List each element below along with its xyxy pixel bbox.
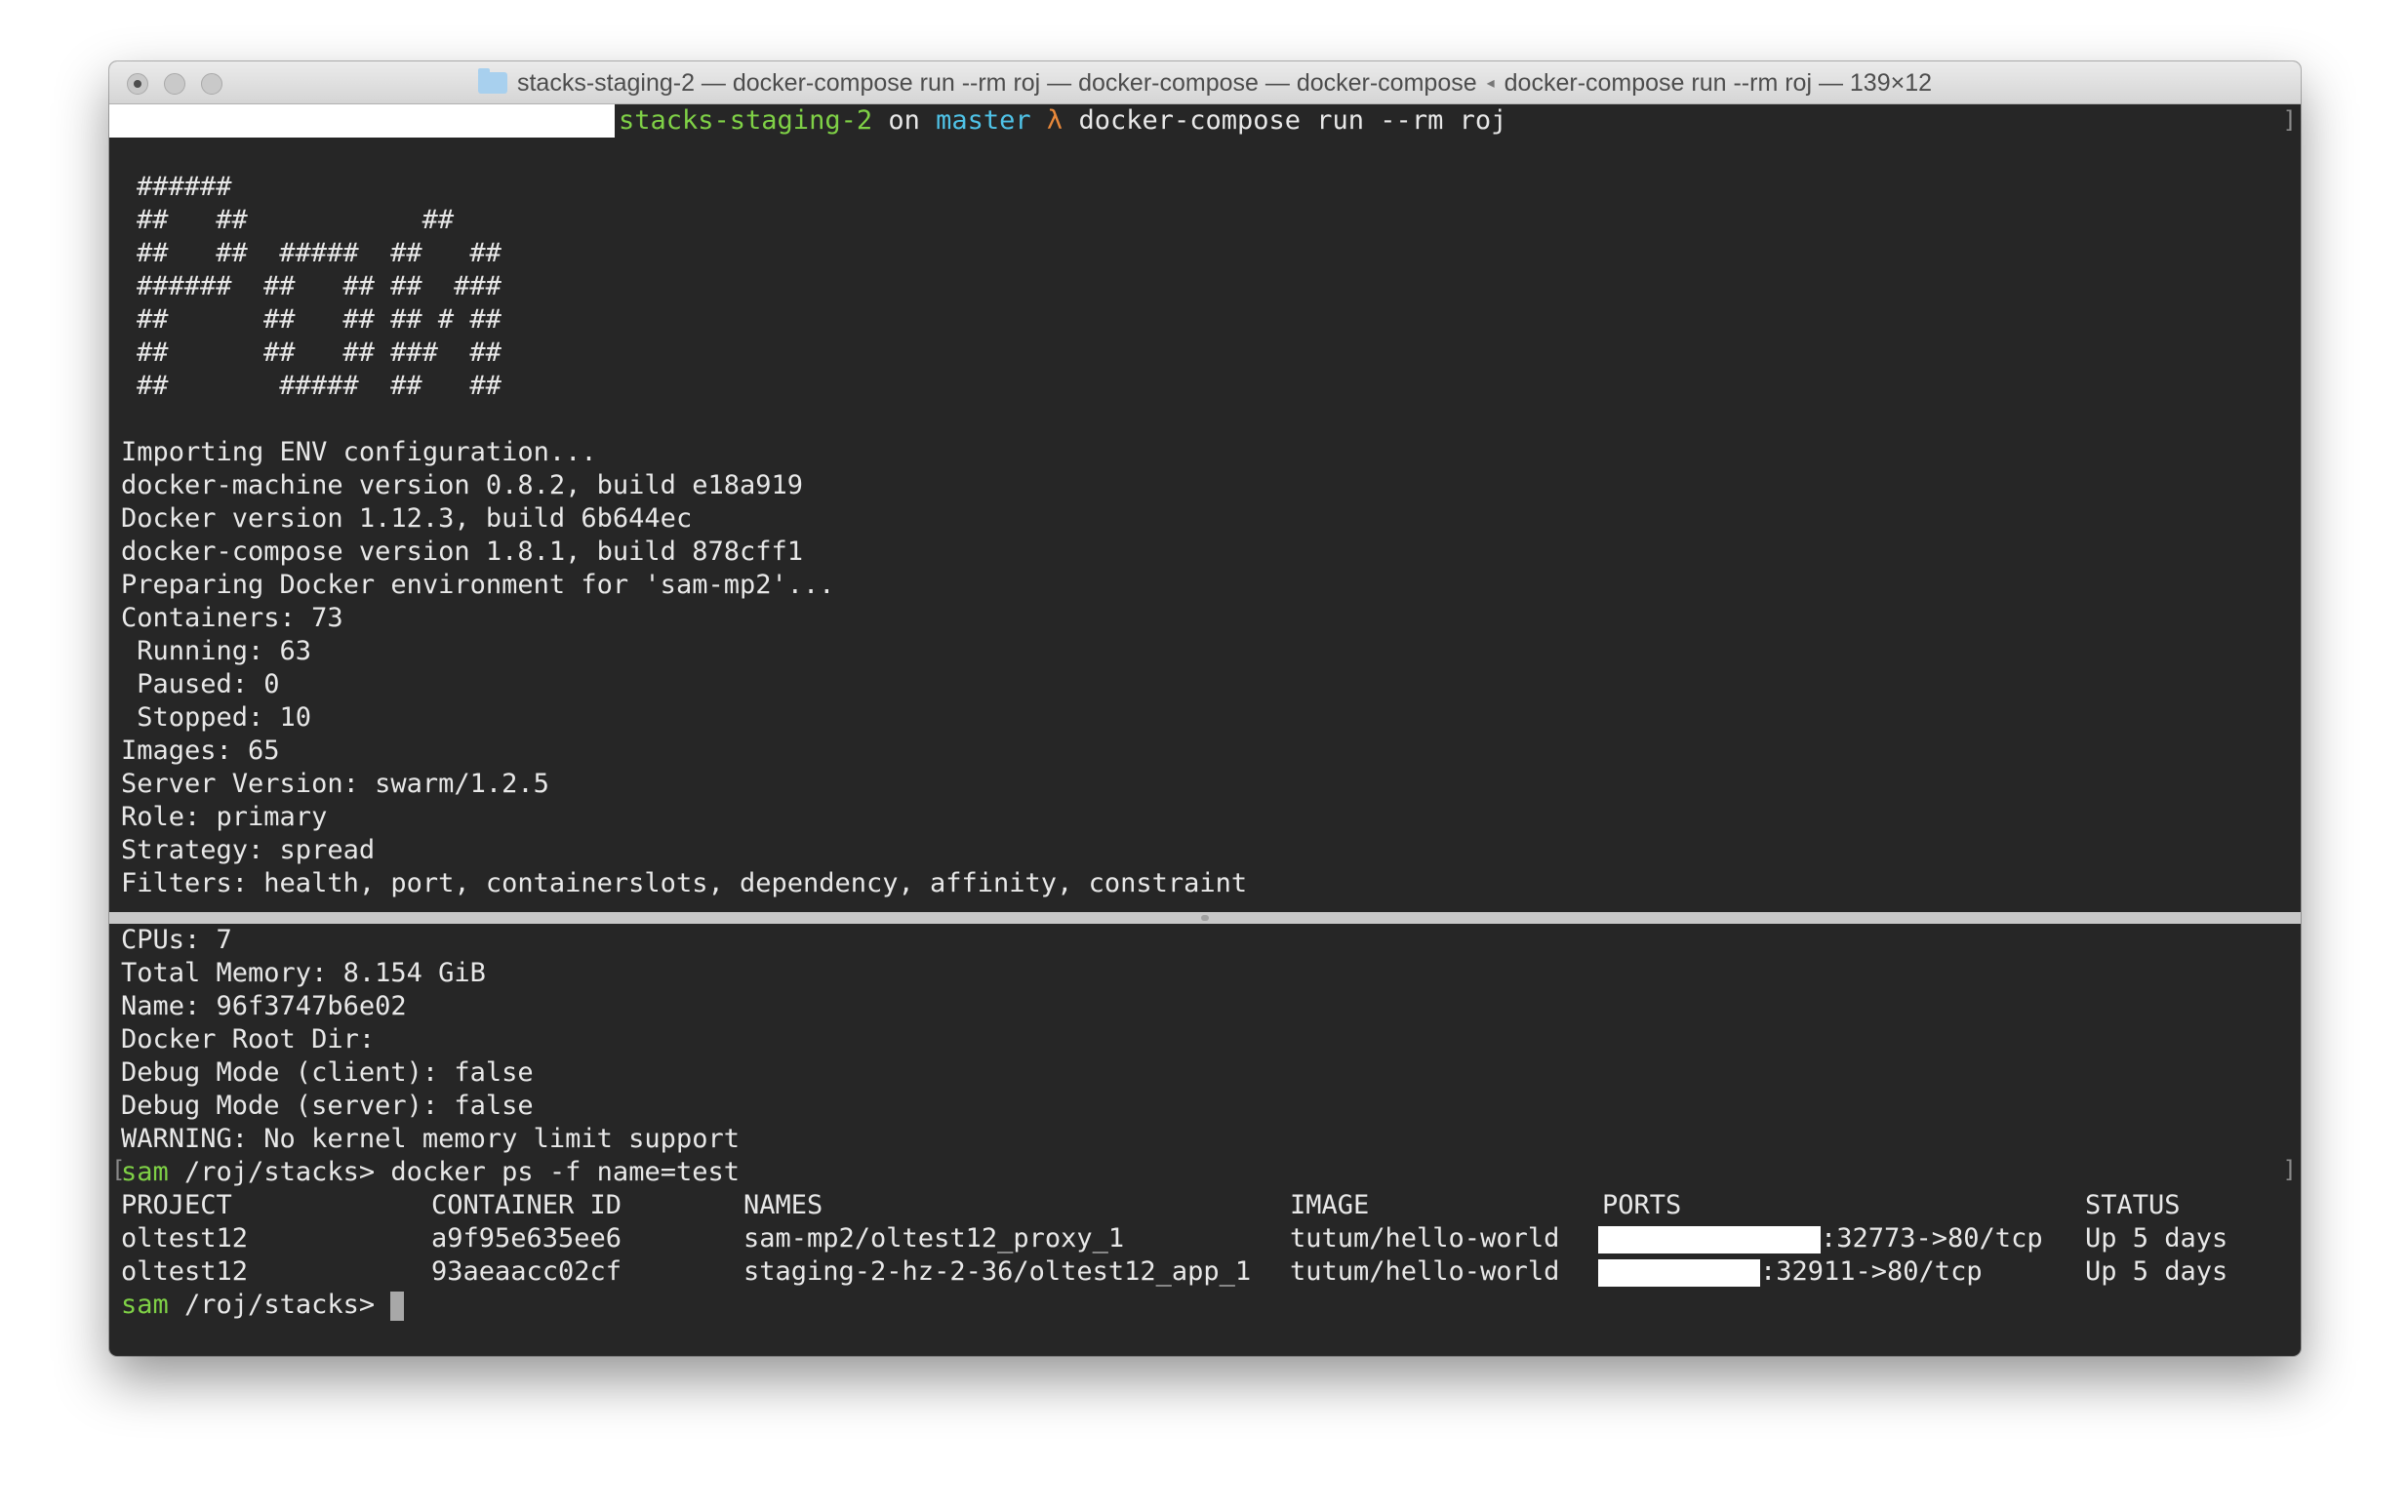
output-line: Role: primary — [121, 802, 328, 832]
terminal-window: stacks-staging-2 — docker-compose run --… — [109, 61, 2301, 1356]
output-line: Filters: health, port, containerslots, d… — [121, 868, 1248, 898]
redacted-block — [1598, 1259, 1760, 1287]
output-line: docker-compose version 1.8.1, build 878c… — [121, 537, 803, 567]
table-cell: sam-mp2/oltest12_proxy_1 — [743, 1223, 1125, 1253]
table-cell: Up 5 days — [2085, 1223, 2228, 1253]
table-cell: :32773->80/tcp — [1821, 1223, 2043, 1253]
output-line: docker-machine version 0.8.2, build e18a… — [121, 470, 803, 500]
output-line: Images: 65 — [121, 736, 280, 766]
column-header-project: PROJECT — [121, 1190, 232, 1220]
banner-line: ###### ## ## ## ### — [137, 271, 502, 301]
prompt-command: docker ps -f name=test — [390, 1157, 740, 1187]
output-line: Containers: 73 — [121, 603, 343, 633]
banner-line: ## ## ## ## # ## — [137, 304, 502, 335]
column-header-image: IMAGE — [1290, 1190, 1370, 1220]
prompt-path: /roj/stacks> — [168, 1290, 376, 1320]
output-line: CPUs: 7 — [121, 925, 232, 955]
output-line: Paused: 0 — [121, 669, 280, 699]
prompt-line-1: stacks-staging-2 on master λ docker-comp… — [619, 104, 1506, 138]
scroll-marker: ] — [2282, 1156, 2297, 1183]
table-cell: oltest12 — [121, 1223, 249, 1253]
prompt-user: sam — [121, 1157, 169, 1187]
table-cell: 93aeaacc02cf — [431, 1256, 622, 1287]
column-header-ports: PORTS — [1602, 1190, 1682, 1220]
window-title: stacks-staging-2 — docker-compose run --… — [109, 61, 2301, 104]
prompt-line-2: sam /roj/stacks> docker ps -f name=test — [121, 1156, 740, 1189]
output-line: Docker Root Dir: — [121, 1024, 376, 1054]
output-line: Server Version: swarm/1.2.5 — [121, 769, 549, 799]
output-line: Running: 63 — [121, 636, 312, 666]
prompt-on: on — [872, 105, 937, 136]
output-line: Docker version 1.12.3, build 6b644ec — [121, 503, 693, 534]
table-cell: :32911->80/tcp — [1760, 1256, 1983, 1287]
table-cell: Up 5 days — [2085, 1256, 2228, 1287]
banner-line: ###### — [137, 172, 232, 202]
divider-handle[interactable] — [1201, 915, 1209, 921]
table-cell: a9f95e635ee6 — [431, 1223, 622, 1253]
triangle-left-icon: ◂ — [1486, 75, 1495, 92]
table-cell: tutum/hello-world — [1290, 1256, 1560, 1287]
prompt-branch: master — [936, 105, 1031, 136]
output-line: Importing ENV configuration... — [121, 437, 597, 467]
prompt-path: /roj/stacks> — [168, 1157, 391, 1187]
column-header-container-id: CONTAINER ID — [431, 1190, 622, 1220]
scroll-marker: ] — [2282, 106, 2297, 134]
output-line: Stopped: 10 — [121, 702, 312, 733]
prompt-line-3[interactable]: sam /roj/stacks> — [121, 1289, 405, 1322]
terminal-pane-top[interactable]: stacks-staging-2 on master λ docker-comp… — [109, 104, 2301, 912]
banner-line: ## ## ##### ## ## — [137, 238, 502, 268]
pane-split-divider[interactable] — [109, 912, 2301, 924]
column-header-status: STATUS — [2085, 1190, 2181, 1220]
prompt-dir: stacks-staging-2 — [619, 105, 873, 136]
output-line: Total Memory: 8.154 GiB — [121, 958, 486, 988]
folder-icon — [477, 68, 507, 94]
window-title-text: stacks-staging-2 — docker-compose run --… — [516, 68, 1477, 97]
banner-line: ## ##### ## ## — [137, 371, 502, 401]
output-line: Name: 96f3747b6e02 — [121, 991, 407, 1021]
table-cell: staging-2-hz-2-36/oltest12_app_1 — [743, 1256, 1252, 1287]
prompt-lambda: λ — [1030, 105, 1079, 136]
banner-line: ## ## ## — [137, 205, 455, 235]
output-line: Debug Mode (client): false — [121, 1057, 534, 1088]
table-cell: tutum/hello-world — [1290, 1223, 1560, 1253]
output-line: Preparing Docker environment for 'sam-mp… — [121, 570, 835, 600]
title-bar[interactable]: stacks-staging-2 — docker-compose run --… — [109, 61, 2301, 104]
output-line: WARNING: No kernel memory limit support — [121, 1124, 740, 1154]
terminal-pane-bottom[interactable]: CPUs: 7 Total Memory: 8.154 GiB Name: 96… — [109, 924, 2301, 1356]
column-header-names: NAMES — [743, 1190, 823, 1220]
window-title-text-2: docker-compose run --rm roj — 139×12 — [1504, 68, 1933, 97]
output-line: Strategy: spread — [121, 835, 376, 865]
redacted-block — [109, 104, 615, 138]
prompt-user: sam — [121, 1290, 169, 1320]
output-line: Debug Mode (server): false — [121, 1091, 534, 1121]
table-cell: oltest12 — [121, 1256, 249, 1287]
banner-line: ## ## ## ### ## — [137, 338, 502, 368]
text-cursor — [390, 1291, 405, 1321]
redacted-block — [1598, 1226, 1821, 1253]
prompt-command: docker-compose run --rm roj — [1078, 105, 1507, 136]
